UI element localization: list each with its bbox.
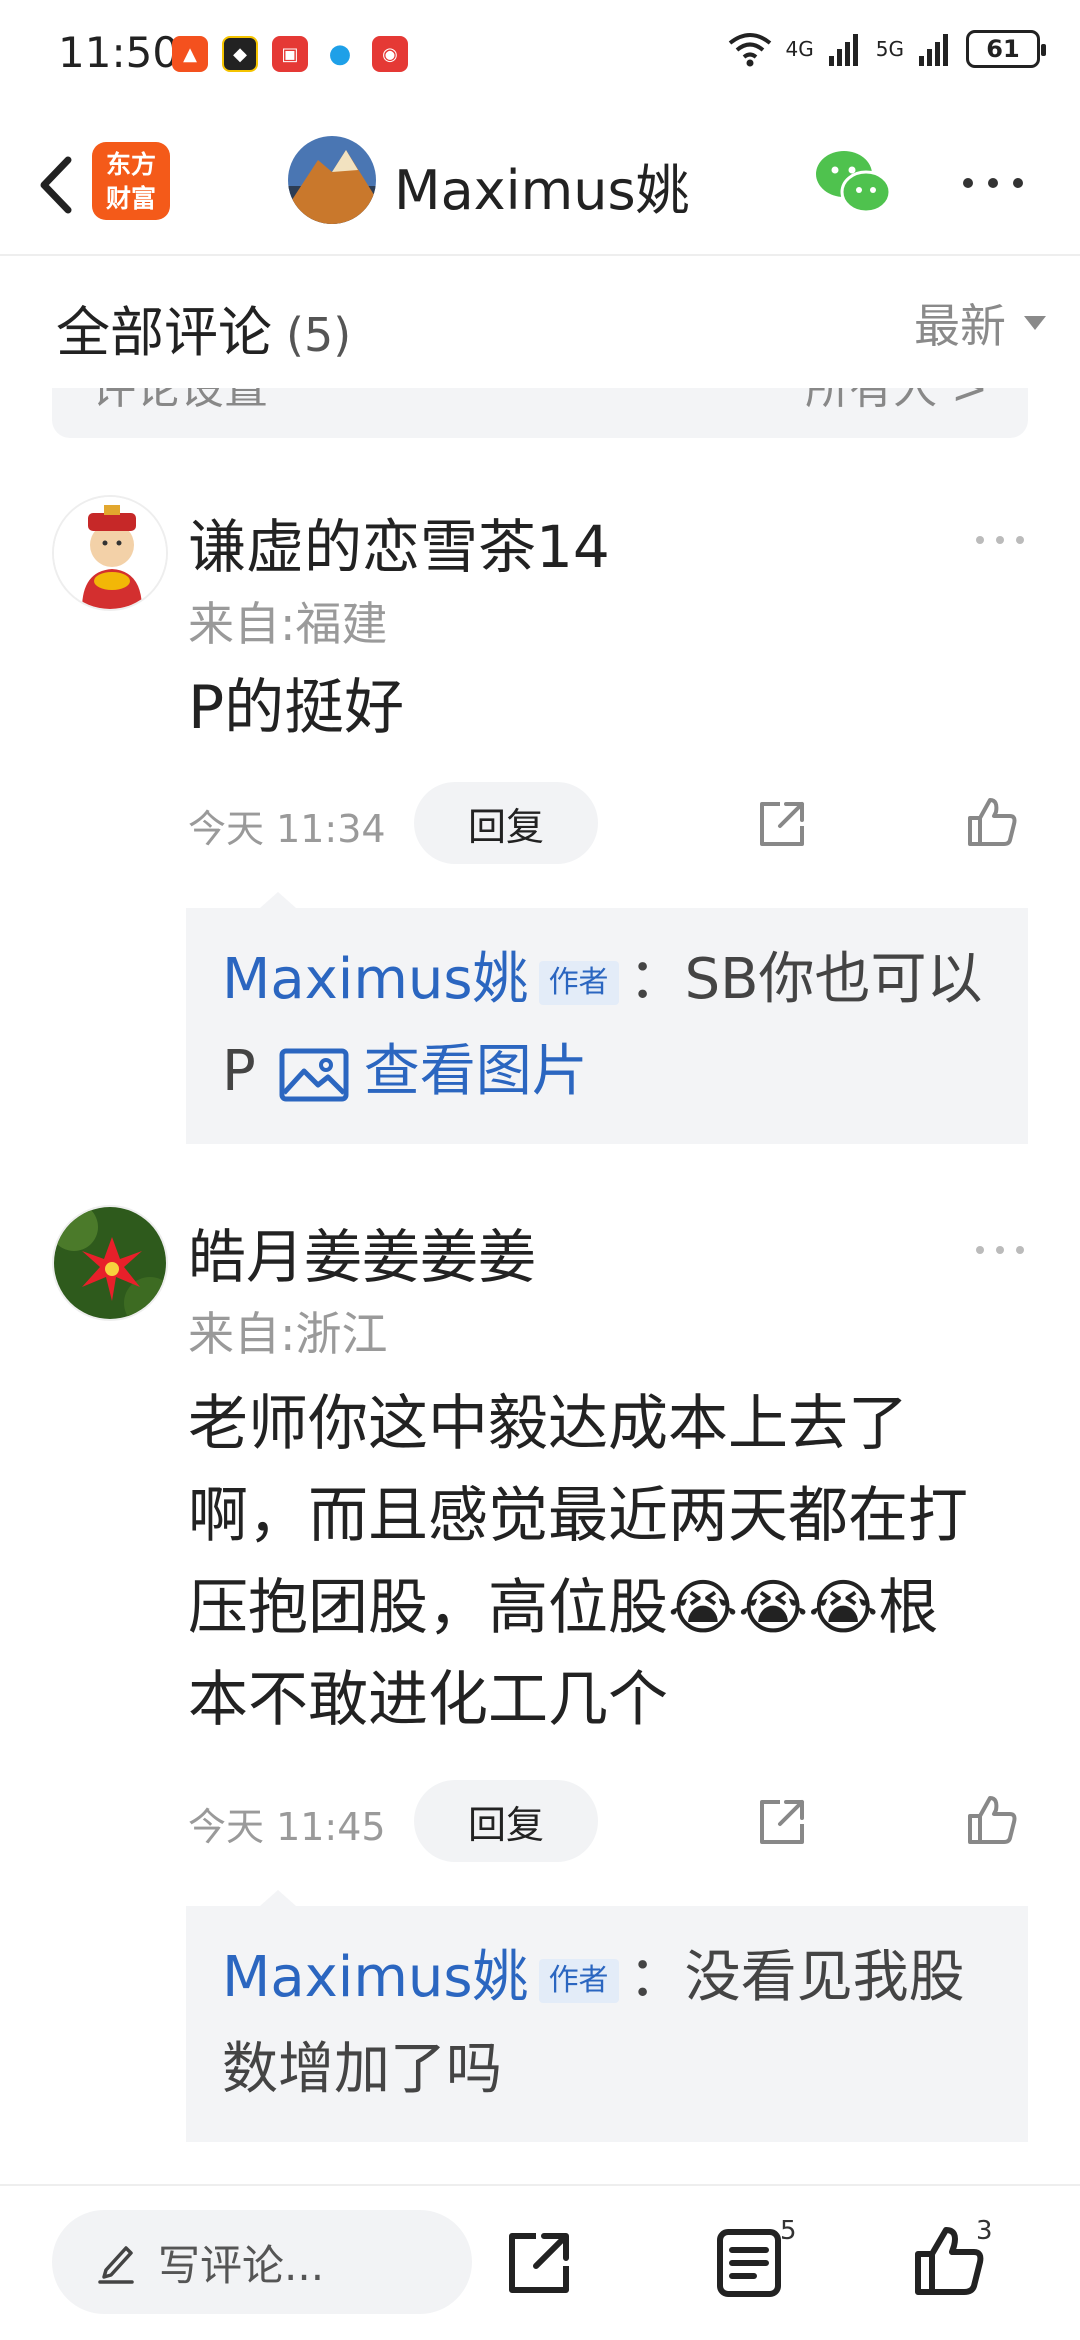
author-badge: 作者 bbox=[538, 960, 619, 1005]
comment-text: 老师你这中毅达成本上去了啊，而且感觉最近两天都在打压抱团股，高位股😭😭😭根本不敢… bbox=[188, 1389, 968, 1735]
reply-author-name[interactable]: Maximus姚 bbox=[222, 1945, 529, 2010]
back-arrow-icon[interactable] bbox=[28, 150, 88, 220]
commenter-avatar[interactable] bbox=[52, 1205, 168, 1321]
author-reply: Maximus姚 作者 ：SB你也可以P 查看图片 bbox=[186, 892, 1028, 1144]
comment-time: 今天 11:34 bbox=[188, 807, 386, 851]
author-avatar[interactable] bbox=[288, 136, 376, 224]
commenter-name[interactable]: 皓月姜姜姜姜 bbox=[188, 1210, 536, 1294]
network-4g-label: 4G bbox=[785, 37, 814, 61]
sort-dropdown[interactable]: 最新 bbox=[914, 290, 1046, 356]
like-icon[interactable] bbox=[964, 1792, 1020, 1848]
signal-icon bbox=[919, 34, 948, 66]
comment-more-icon[interactable] bbox=[972, 1240, 1028, 1260]
wifi-icon bbox=[728, 33, 771, 67]
app-notification-icon: ▣ bbox=[272, 36, 308, 72]
signal-icon bbox=[828, 34, 858, 66]
wechat-share-icon[interactable] bbox=[814, 146, 892, 218]
commenter-avatar[interactable] bbox=[52, 495, 168, 611]
brand-logo-line1: 东方 bbox=[105, 150, 156, 179]
commenter-name[interactable]: 谦虚的恋雪茶14 bbox=[188, 500, 610, 584]
comments-section-header: 全部评论 (5) 最新 bbox=[0, 258, 1080, 388]
status-bar: 11:50 ▲ ◆ ▣ ● ◉ 4G 5G 61 bbox=[0, 0, 1080, 110]
brand-logo[interactable]: 东方 财富 bbox=[92, 142, 170, 220]
comment-settings-value: 所有人 > bbox=[805, 384, 988, 414]
author-badge: 作者 bbox=[538, 1958, 619, 2003]
author-reply: Maximus姚 作者 ：没看见我股数增加了吗 bbox=[186, 1890, 1028, 2142]
comment-settings-label: 评论设置 bbox=[92, 384, 268, 414]
top-nav-bar: 东方 财富 Maximus姚 bbox=[0, 120, 1080, 256]
like-icon[interactable] bbox=[912, 2224, 986, 2298]
bottom-action-bar: 写评论... 5 3 bbox=[0, 2184, 1080, 2340]
image-icon bbox=[279, 1048, 349, 1102]
network-5g-label: 5G bbox=[875, 37, 904, 61]
brand-logo-line2: 财富 bbox=[105, 184, 156, 213]
app-notification-icon: ◆ bbox=[222, 36, 258, 72]
comment-more-icon[interactable] bbox=[972, 530, 1028, 550]
section-title-text: 全部评论 bbox=[56, 301, 272, 364]
header-title: Maximus姚 bbox=[394, 159, 690, 222]
status-time: 11:50 bbox=[58, 28, 180, 77]
share-icon[interactable] bbox=[502, 2226, 576, 2300]
view-image-link[interactable]: 查看图片 bbox=[278, 1039, 588, 1104]
comment-time: 今天 11:45 bbox=[188, 1805, 386, 1849]
reply-author-name[interactable]: Maximus姚 bbox=[222, 947, 529, 1012]
more-options-icon[interactable] bbox=[958, 168, 1028, 198]
share-icon[interactable] bbox=[754, 1794, 810, 1850]
caret-down-icon bbox=[1024, 316, 1046, 330]
comment-settings-strip[interactable]: 评论设置 所有人 > bbox=[52, 384, 1028, 438]
app-notification-icon: ▲ bbox=[172, 36, 208, 72]
notification-icons: ▲ ◆ ▣ ● ◉ bbox=[172, 36, 408, 72]
comments-list-icon[interactable] bbox=[712, 2226, 786, 2300]
app-notification-icon: ● bbox=[322, 36, 358, 72]
battery-level: 61 bbox=[986, 35, 1020, 63]
reply-button[interactable]: 回复 bbox=[414, 1780, 598, 1862]
comments-count-badge: 5 bbox=[780, 2216, 797, 2246]
app-notification-icon: ◉ bbox=[372, 36, 408, 72]
write-comment-placeholder: 写评论... bbox=[158, 2240, 325, 2290]
view-image-label: 查看图片 bbox=[363, 1039, 588, 1104]
pencil-icon bbox=[98, 2246, 134, 2284]
commenter-location: 来自:浙江 bbox=[188, 1307, 388, 1361]
battery-icon: 61 bbox=[966, 30, 1046, 68]
like-icon[interactable] bbox=[964, 794, 1020, 850]
write-comment-input[interactable]: 写评论... bbox=[52, 2210, 472, 2314]
sort-label: 最新 bbox=[914, 299, 1006, 353]
reply-button[interactable]: 回复 bbox=[414, 782, 598, 864]
section-title: 全部评论 (5) bbox=[56, 288, 351, 367]
comment-text: P的挺好 bbox=[188, 673, 405, 743]
comment-count: (5) bbox=[286, 308, 352, 362]
commenter-location: 来自:福建 bbox=[188, 597, 388, 651]
share-icon[interactable] bbox=[754, 796, 810, 852]
likes-count-badge: 3 bbox=[976, 2216, 993, 2246]
